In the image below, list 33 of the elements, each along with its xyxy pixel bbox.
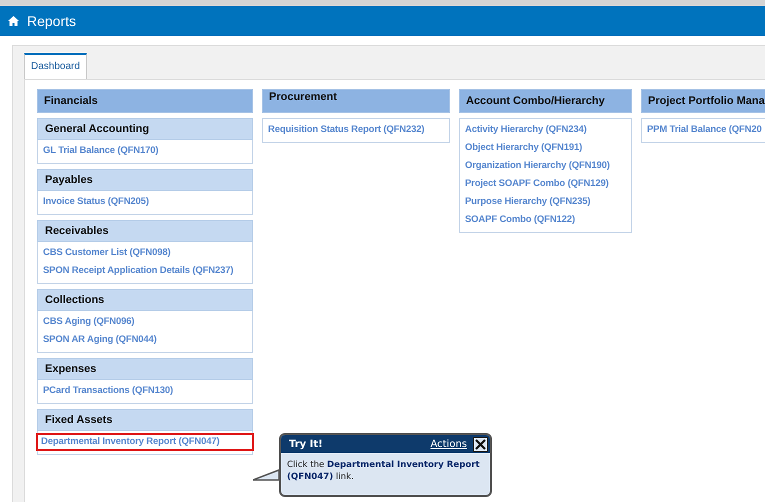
page-title: Reports — [27, 13, 76, 29]
report-link[interactable]: Organization Hierarchy (QFN190) — [460, 157, 631, 175]
report-link[interactable]: PCard Transactions (QFN130) — [38, 382, 252, 400]
group-header: Receivables — [37, 220, 253, 242]
group-header: Fixed Assets — [37, 409, 253, 431]
close-icon[interactable] — [473, 436, 488, 452]
category-header: Financials — [37, 89, 253, 113]
category-header: Procurement — [262, 89, 450, 113]
actions-link[interactable]: Actions — [430, 438, 467, 450]
callout-title: Try It! — [289, 438, 323, 450]
report-link[interactable]: Activity Hierarchy (QFN234) — [460, 121, 631, 139]
report-link[interactable]: Project SOAPF Combo (QFN129) — [460, 175, 631, 193]
callout-text: Click the Departmental Inventory Report (QFN047) link. — [286, 459, 481, 484]
dashboard-tab[interactable]: Dashboard — [24, 53, 87, 79]
group-header: General Accounting — [37, 118, 253, 140]
report-link[interactable]: Departmental Inventory Report (QFN047) — [36, 433, 254, 451]
report-link[interactable]: Invoice Status (QFN205) — [38, 193, 252, 211]
report-link[interactable]: Requisition Status Report (QFN232) — [263, 121, 449, 139]
report-link[interactable]: Object Hierarchy (QFN191) — [460, 139, 631, 157]
category-header: Project Portfolio Mana — [641, 89, 765, 113]
group-header: Expenses — [37, 358, 253, 380]
report-link[interactable]: GL Trial Balance (QFN170) — [38, 142, 252, 160]
report-link[interactable]: SPON Receipt Application Details (QFN237) — [38, 262, 252, 280]
report-link[interactable]: SOAPF Combo (QFN122) — [460, 211, 631, 229]
group-header: Payables — [37, 169, 253, 191]
report-link[interactable]: Purpose Hierarchy (QFN235) — [460, 193, 631, 211]
report-link[interactable]: CBS Customer List (QFN098) — [38, 244, 252, 262]
report-link[interactable]: CBS Aging (QFN096) — [38, 313, 252, 331]
group-header: Collections — [37, 289, 253, 311]
report-link[interactable]: SPON AR Aging (QFN044) — [38, 331, 252, 349]
report-link[interactable]: PPM Trial Balance (QFN20 — [642, 121, 765, 139]
home-icon[interactable] — [8, 16, 19, 26]
category-header: Account Combo/Hierarchy — [459, 89, 632, 113]
